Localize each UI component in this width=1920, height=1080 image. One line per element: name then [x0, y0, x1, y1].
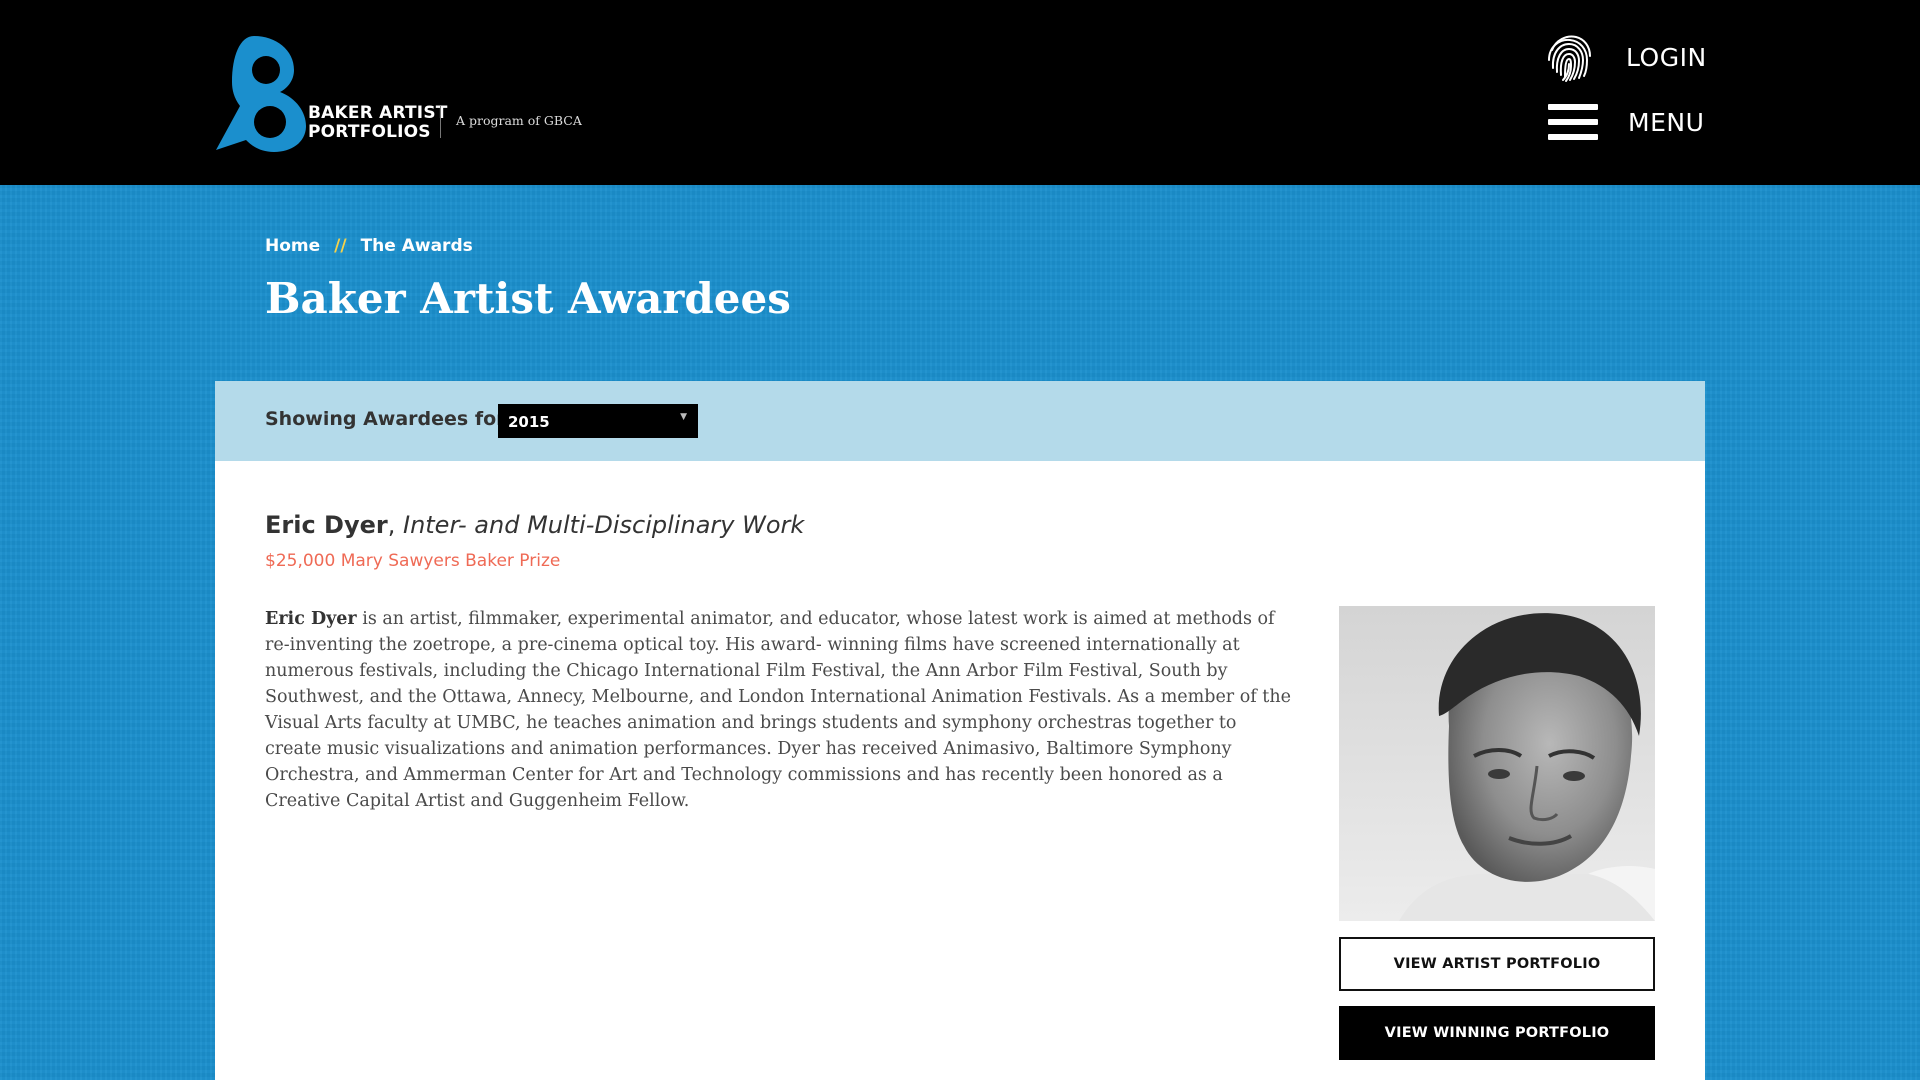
year-select-value: 2015 [508, 413, 550, 431]
login-link[interactable]: LOGIN [1542, 30, 1707, 84]
view-winning-portfolio-button[interactable]: VIEW WINNING PORTFOLIO [1339, 1006, 1655, 1060]
login-label: LOGIN [1626, 42, 1707, 72]
fingerprint-icon [1548, 35, 1591, 82]
menu-button[interactable]: MENU [1548, 100, 1704, 144]
baker-logo-icon[interactable] [214, 34, 314, 152]
breadcrumb-separator: // [334, 236, 347, 256]
filter-label: Showing Awardees for [265, 408, 506, 430]
page-title: Baker Artist Awardees [265, 274, 791, 323]
portrait-image [1339, 606, 1655, 921]
breadcrumb-home[interactable]: Home [265, 236, 320, 256]
year-select[interactable]: 2015 ▼ [498, 404, 698, 438]
awardee-photo [1339, 606, 1655, 921]
menu-label: MENU [1628, 107, 1705, 137]
filter-bar: Showing Awardees for 2015 ▼ [215, 381, 1705, 461]
view-artist-portfolio-button[interactable]: VIEW ARTIST PORTFOLIO [1339, 937, 1655, 991]
chevron-down-icon: ▼ [680, 412, 687, 422]
bio-text: is an artist, filmmaker, experimental an… [265, 609, 1291, 811]
bio-name: Eric Dyer [265, 609, 357, 629]
logo-line-1: BAKER ARTIST [308, 103, 448, 123]
awardee-discipline: Inter- and Multi-Disciplinary Work [402, 511, 805, 539]
hamburger-icon [1548, 104, 1598, 140]
breadcrumb-the-awards[interactable]: The Awards [361, 236, 473, 256]
logo-divider [440, 106, 441, 138]
program-tagline: A program of GBCA [456, 113, 582, 128]
breadcrumb: Home // The Awards [265, 236, 473, 256]
site-header: BAKER ARTIST PORTFOLIOS A program of GBC… [0, 0, 1920, 185]
logo-wordmark[interactable]: BAKER ARTIST PORTFOLIOS [308, 104, 448, 142]
awardee-panel: Eric Dyer, Inter- and Multi-Disciplinary… [215, 461, 1705, 1080]
awardee-name: Eric Dyer [265, 511, 388, 539]
awardee-bio: Eric Dyer is an artist, filmmaker, exper… [265, 606, 1295, 814]
awardee-prize: $25,000 Mary Sawyers Baker Prize [265, 551, 561, 571]
logo-line-2: PORTFOLIOS [308, 122, 431, 142]
awardee-heading: Eric Dyer, Inter- and Multi-Disciplinary… [265, 511, 805, 539]
